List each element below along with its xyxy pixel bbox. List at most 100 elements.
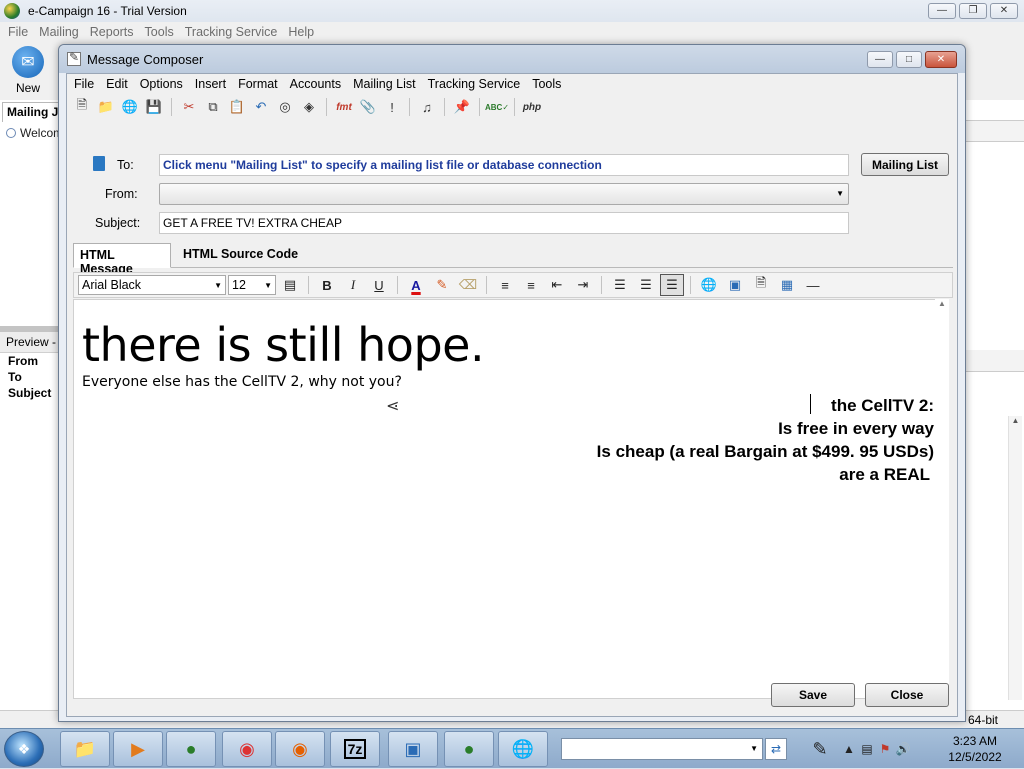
bg-menu-mailing[interactable]: Mailing [35, 25, 86, 39]
eraser-icon[interactable]: ⌫ [456, 274, 480, 296]
numbered-list-icon[interactable]: ≡ [493, 274, 517, 296]
menu-tracking-service[interactable]: Tracking Service [422, 77, 527, 91]
taskbar-file-explorer[interactable]: 📁 [60, 731, 110, 767]
taskbar-ecampaign[interactable]: ● [166, 731, 216, 767]
minimize-button[interactable]: — [928, 3, 956, 19]
mailing-list-button[interactable]: Mailing List [861, 153, 949, 176]
align-center-icon[interactable]: ☰ [634, 274, 658, 296]
bg-menu-tools[interactable]: Tools [141, 25, 181, 39]
menu-format[interactable]: Format [232, 77, 284, 91]
toolbar-separator [444, 98, 445, 116]
indent-icon[interactable]: ⇥ [571, 274, 595, 296]
globe-icon[interactable]: 🌐 [119, 96, 141, 118]
bg-menu-reports[interactable]: Reports [86, 25, 141, 39]
close-button[interactable]: ✕ [990, 3, 1018, 19]
show-hidden-icons-icon[interactable]: ▲ [840, 742, 858, 756]
cut-icon[interactable]: ✂ [178, 96, 200, 118]
menu-insert[interactable]: Insert [189, 77, 232, 91]
tab-html-message[interactable]: HTML Message [73, 243, 171, 276]
menu-options[interactable]: Options [134, 77, 189, 91]
taskbar-address-box[interactable]: ▼ [561, 738, 763, 760]
paste-icon[interactable]: 📋 [226, 96, 248, 118]
attachment-icon[interactable]: 📎 [357, 96, 379, 118]
align-left-icon[interactable]: ☰ [608, 274, 632, 296]
taskbar-media-player[interactable]: ▶ [113, 731, 163, 767]
preview-from-label: From [8, 354, 38, 368]
insert-table-icon[interactable]: ▦ [775, 274, 799, 296]
refresh-button[interactable]: ⇄ [765, 738, 787, 760]
bullet-list-icon[interactable]: ≡ [519, 274, 543, 296]
undo-icon[interactable]: ↶ [250, 96, 272, 118]
close-button[interactable]: Close [865, 683, 949, 707]
new-document-icon[interactable]: 🗎 [71, 96, 93, 118]
windows-logo-icon: ❖ [17, 740, 31, 757]
save-disk-icon[interactable]: 💾 [143, 96, 165, 118]
address-book-icon[interactable] [93, 156, 105, 171]
scroll-up-icon[interactable]: ▲ [935, 299, 949, 308]
composer-body: File Edit Options Insert Format Accounts… [66, 73, 958, 717]
bg-menu-file[interactable]: File [4, 25, 35, 39]
volume-icon[interactable]: 🔊 [894, 742, 912, 756]
format-fmt-icon[interactable]: fmt [333, 96, 355, 118]
font-name-dropdown[interactable]: Arial Black ▼ [78, 275, 226, 295]
action-center-icon[interactable]: ⚑ [876, 742, 894, 756]
font-color-icon[interactable]: A [404, 274, 428, 296]
taskbar-7zip[interactable]: 7z [330, 731, 380, 767]
composer-maximize-button[interactable]: □ [896, 51, 922, 68]
html-editor[interactable]: there is still hope. Everyone else has t… [73, 299, 949, 699]
underline-button[interactable]: U [367, 274, 391, 296]
priority-icon[interactable]: ! [381, 96, 403, 118]
menu-accounts[interactable]: Accounts [284, 77, 347, 91]
welcome-item[interactable]: Welcom [6, 126, 60, 140]
tab-html-source-code[interactable]: HTML Source Code [177, 243, 305, 268]
hyperlink-globe-icon[interactable]: 🌐 [697, 274, 721, 296]
taskbar-firefox[interactable]: ◉ [275, 731, 325, 767]
menu-mailing-list[interactable]: Mailing List [347, 77, 422, 91]
spell-check-icon[interactable]: ABC✓ [485, 96, 509, 118]
editor-scrollbar[interactable]: ▲ ▼ [935, 299, 949, 699]
highlight-icon[interactable]: ✎ [430, 274, 454, 296]
music-icon[interactable]: ♫ [416, 96, 438, 118]
italic-button[interactable]: I [341, 274, 365, 296]
start-button[interactable]: ❖ [4, 731, 44, 767]
pen-input-icon[interactable]: ✎ [800, 739, 840, 760]
copy-icon[interactable]: ⧉ [202, 96, 224, 118]
font-size-dropdown[interactable]: 12 ▼ [228, 275, 276, 295]
taskbar-ecampaign-active[interactable]: ● [444, 731, 494, 767]
network-icon[interactable]: ▤ [858, 742, 876, 756]
mailing-jobs-tab[interactable]: Mailing Jo [2, 102, 60, 122]
align-right-icon[interactable]: ☰ [660, 274, 684, 296]
menu-tools[interactable]: Tools [526, 77, 567, 91]
clock[interactable]: 3:23 AM 12/5/2022 [940, 733, 1010, 765]
scrollbar[interactable]: ▲ [1008, 416, 1022, 700]
toolbar-separator [326, 98, 327, 116]
horizontal-rule-icon[interactable]: — [801, 274, 825, 296]
taskbar-control-panel[interactable]: ▣ [388, 731, 438, 767]
insert-image-icon[interactable]: ▣ [723, 274, 747, 296]
menu-file[interactable]: File [68, 77, 100, 91]
bold-button[interactable]: B [315, 274, 339, 296]
pin-icon[interactable]: 📌 [451, 96, 473, 118]
taskbar-network-app[interactable]: 🌐 [498, 731, 548, 767]
subject-field[interactable]: GET A FREE TV! EXTRA CHEAP [159, 212, 849, 234]
paragraph-style-icon[interactable]: ▤ [278, 274, 302, 296]
find-binoculars-icon[interactable]: ◎ [274, 96, 296, 118]
php-icon[interactable]: php [521, 96, 543, 118]
open-folder-icon[interactable]: 📁 [95, 96, 117, 118]
from-dropdown[interactable]: ▼ [159, 183, 849, 205]
maximize-button[interactable]: ❐ [959, 3, 987, 19]
composer-minimize-button[interactable]: — [867, 51, 893, 68]
bg-menu-help[interactable]: Help [284, 25, 321, 39]
menu-edit[interactable]: Edit [100, 77, 134, 91]
new-button[interactable]: ✉ New [8, 46, 48, 98]
taskbar-chrome[interactable]: ◉ [222, 731, 272, 767]
outdent-icon[interactable]: ⇤ [545, 274, 569, 296]
bg-menu-tracking-service[interactable]: Tracking Service [181, 25, 285, 39]
insert-file-icon[interactable]: 🗎 [749, 274, 773, 296]
to-field[interactable]: Click menu "Mailing List" to specify a m… [159, 154, 849, 176]
save-button[interactable]: Save [771, 683, 855, 707]
composer-close-button[interactable]: ✕ [925, 51, 957, 68]
content-right-line-2: Is free in every way [778, 419, 934, 438]
replace-icon[interactable]: ◈ [298, 96, 320, 118]
clock-date: 12/5/2022 [948, 750, 1002, 764]
